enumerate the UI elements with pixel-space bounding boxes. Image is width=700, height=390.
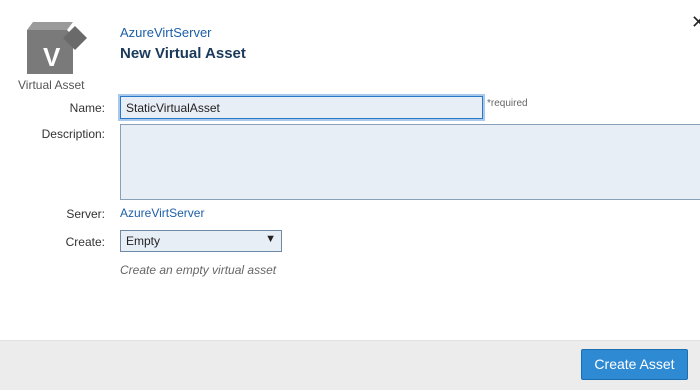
dropdown-arrow-icon: ▼ [265,233,276,245]
server-breadcrumb-link[interactable]: AzureVirtServer [120,25,212,40]
server-label: Server: [66,207,105,221]
dialog-title: New Virtual Asset [120,45,246,62]
create-type-select[interactable]: Empty ▼ [120,230,282,252]
description-textarea[interactable] [120,124,700,200]
create-label: Create: [65,235,105,249]
name-input[interactable] [120,96,483,119]
icon-caption: Virtual Asset [18,78,85,92]
svg-text:V: V [43,42,61,72]
close-icon[interactable]: ✕ [691,13,700,31]
new-virtual-asset-dialog: V Virtual Asset AzureVirtServer New Virt… [0,0,700,390]
description-label: Description: [41,127,105,141]
virtual-asset-icon: V [18,22,88,76]
create-selected-value: Empty [126,234,161,248]
create-hint: Create an empty virtual asset [120,263,277,277]
name-label: Name: [69,101,105,115]
required-note: *required [487,98,528,109]
create-asset-button[interactable]: Create Asset [581,349,688,380]
server-value-link[interactable]: AzureVirtServer [120,206,204,220]
